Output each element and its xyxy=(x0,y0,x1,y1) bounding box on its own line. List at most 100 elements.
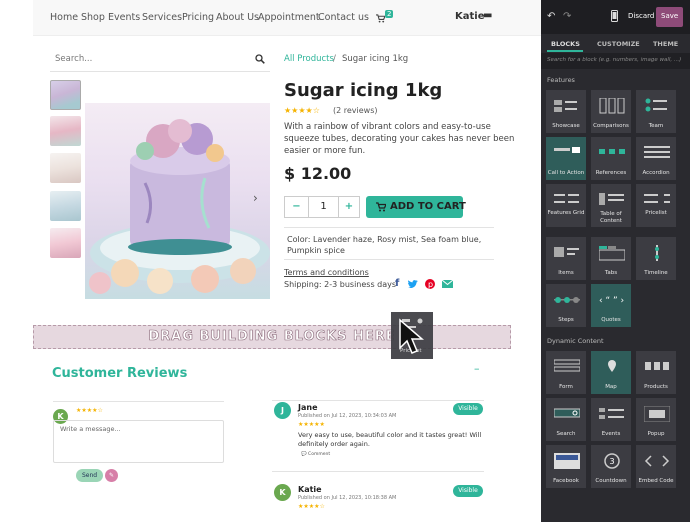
block-countdown[interactable]: 3 Countdown xyxy=(590,444,632,489)
search-underline xyxy=(50,71,270,72)
terms-link[interactable]: Terms and conditions xyxy=(284,268,369,277)
comment-placeholder: Write a message... xyxy=(60,425,121,433)
block-form[interactable]: Form xyxy=(545,350,587,395)
block-table-of-content[interactable]: Table of Content xyxy=(590,183,632,228)
block-pricelist[interactable]: Pricelist xyxy=(635,183,677,228)
comment-link[interactable]: 💬 Comment xyxy=(301,452,330,457)
block-label: Team xyxy=(648,123,664,129)
block-items[interactable]: Items xyxy=(545,236,587,281)
undo-icon[interactable]: ↶ xyxy=(547,11,555,22)
color-options-line-2: Pumpkin spice xyxy=(287,246,345,255)
block-quotes[interactable]: ‹ “ ” › Quotes xyxy=(590,283,632,328)
discard-button[interactable]: Discard xyxy=(628,12,654,20)
facebook-block-icon xyxy=(554,453,580,469)
block-team[interactable]: Team xyxy=(635,89,677,134)
attach-icon[interactable]: ✎ xyxy=(105,469,118,482)
nav-events[interactable]: Events xyxy=(108,12,140,23)
drop-zone[interactable]: DRAG BUILDING BLOCKS HERE xyxy=(33,325,511,349)
review-count[interactable]: (2 reviews) xyxy=(333,106,378,115)
pricelist-icon xyxy=(644,194,670,203)
nav-home[interactable]: Home xyxy=(50,12,78,23)
block-showcase[interactable]: Showcase xyxy=(545,89,587,134)
countdown-icon: 3 xyxy=(604,453,620,469)
thumbnail-3[interactable] xyxy=(50,153,81,183)
tab-blocks[interactable]: BLOCKS xyxy=(551,40,580,48)
block-timeline[interactable]: Timeline xyxy=(635,236,677,281)
search-input[interactable]: Search... xyxy=(55,54,92,64)
qty-increase-button[interactable]: + xyxy=(338,196,360,218)
qty-input[interactable]: 1 xyxy=(309,196,338,218)
visible-badge[interactable]: Visible xyxy=(453,485,483,497)
user-menu[interactable]: Katie xyxy=(455,11,485,22)
thumbnail-4[interactable] xyxy=(50,191,81,221)
visible-badge[interactable]: Visible xyxy=(453,403,483,415)
top-navbar: Home Shop Events Services Pricing About … xyxy=(33,0,541,36)
accordion-icon xyxy=(644,146,670,158)
next-image-icon[interactable]: › xyxy=(253,191,258,205)
facebook-icon[interactable]: f xyxy=(395,278,399,289)
nav-shop[interactable]: Shop xyxy=(81,12,105,23)
call-to-action-icon xyxy=(554,147,580,153)
block-facebook[interactable]: Facebook xyxy=(545,444,587,489)
add-to-cart-button[interactable]: ADD TO CART xyxy=(366,196,466,218)
thumbnail-5[interactable] xyxy=(50,228,81,258)
block-comparisons[interactable]: Comparisons xyxy=(590,89,632,134)
color-options-line-1: Color: Lavender haze, Rosy mist, Sea foa… xyxy=(287,235,482,244)
thumbnail-1[interactable] xyxy=(50,80,81,110)
block-map[interactable]: Map xyxy=(590,350,632,395)
team-icon xyxy=(645,98,667,112)
user-caret-icon[interactable]: ▬ xyxy=(483,10,492,21)
block-popup[interactable]: Popup xyxy=(635,397,677,442)
block-accordion[interactable]: Accordion xyxy=(635,136,677,181)
block-features-grid[interactable]: Features Grid xyxy=(545,183,587,228)
tab-theme[interactable]: THEME xyxy=(653,40,678,48)
block-call-to-action[interactable]: Call to Action xyxy=(545,136,587,181)
block-events[interactable]: Events xyxy=(590,397,632,442)
cart-icon[interactable] xyxy=(376,14,385,23)
block-products[interactable]: Products xyxy=(635,350,677,395)
email-icon[interactable] xyxy=(442,280,453,288)
block-label: Showcase xyxy=(552,123,580,129)
nav-about-us[interactable]: About Us xyxy=(216,12,259,23)
nav-services[interactable]: Services xyxy=(142,12,182,23)
products-icon xyxy=(645,362,669,370)
block-label: Tabs xyxy=(604,270,618,276)
section-features-title: Features xyxy=(547,76,575,84)
send-button[interactable]: Send xyxy=(76,469,103,482)
mobile-preview-icon[interactable] xyxy=(611,10,618,22)
block-label: Search xyxy=(556,431,576,437)
block-search[interactable]: Search xyxy=(545,397,587,442)
redo-icon[interactable]: ↷ xyxy=(563,11,571,22)
save-button[interactable]: Save xyxy=(656,7,683,27)
divider xyxy=(284,227,494,228)
showcase-icon xyxy=(554,100,577,112)
twitter-icon[interactable] xyxy=(408,280,418,289)
product-price: $ 12.00 xyxy=(284,164,352,183)
comment-textarea[interactable]: Write a message... xyxy=(53,420,224,463)
block-tabs[interactable]: Tabs xyxy=(590,236,632,281)
block-search-input[interactable]: Search for a block (e.g. numbers, image … xyxy=(541,53,690,69)
website-preview: Home Shop Events Services Pricing About … xyxy=(33,0,541,522)
pinterest-icon[interactable]: p xyxy=(425,279,435,289)
divider xyxy=(53,401,224,402)
thumbnail-2[interactable] xyxy=(50,116,81,146)
qty-decrease-button[interactable]: − xyxy=(284,196,309,218)
block-label: References xyxy=(595,170,627,176)
block-label: Timeline xyxy=(644,270,668,276)
block-label: Accordion xyxy=(642,170,670,176)
block-references[interactable]: References xyxy=(590,136,632,181)
screen: Home Shop Events Services Pricing About … xyxy=(0,0,690,522)
svg-text:3: 3 xyxy=(610,457,615,466)
block-label: Form xyxy=(559,384,573,390)
block-embed-code[interactable]: Embed Code xyxy=(635,444,677,489)
breadcrumb-all-products[interactable]: All Products xyxy=(284,54,334,64)
nav-contact-us[interactable]: Contact us xyxy=(318,12,369,23)
collapse-icon[interactable]: – xyxy=(474,362,480,375)
block-steps[interactable]: Steps xyxy=(545,283,587,328)
search-icon[interactable] xyxy=(255,54,265,64)
tab-customize[interactable]: CUSTOMIZE xyxy=(597,40,640,48)
new-review-stars[interactable]: ★★★★☆ xyxy=(76,407,103,414)
nav-appointment[interactable]: Appointment xyxy=(258,12,320,23)
breadcrumb-current: Sugar icing 1kg xyxy=(342,54,409,64)
nav-pricing[interactable]: Pricing xyxy=(182,12,214,23)
